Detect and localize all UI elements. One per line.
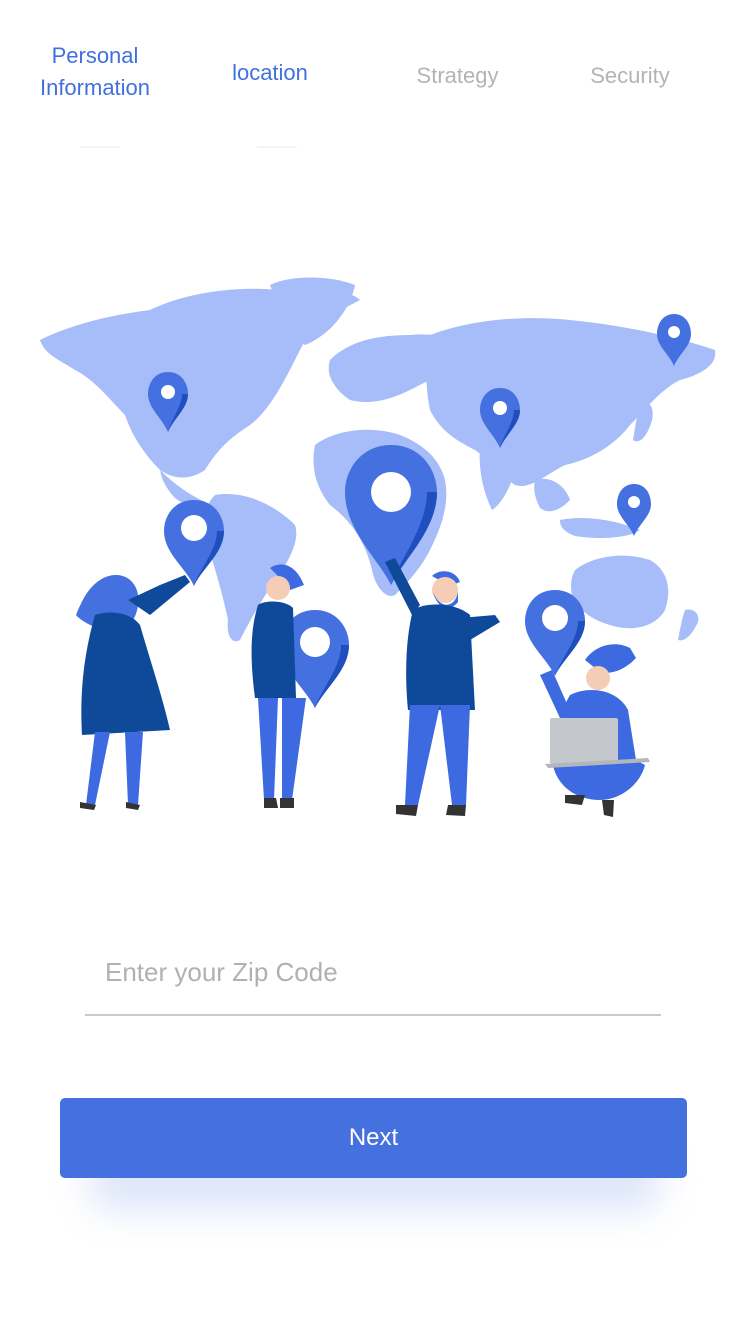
tab-personal-information[interactable]: Personal Information [20, 40, 170, 104]
step-indicator-1 [80, 146, 120, 148]
tab-security[interactable]: Security [560, 60, 700, 92]
step-indicator-2 [257, 146, 297, 148]
world-map-illustration [40, 277, 716, 817]
person-left [76, 575, 190, 810]
person-third [385, 558, 500, 816]
zip-code-input[interactable] [85, 930, 661, 1016]
zip-code-field [85, 930, 661, 1018]
next-button[interactable]: Next [60, 1098, 687, 1178]
tab-personal-line2: Information [39, 75, 151, 100]
tab-personal-line1: Personal [51, 43, 139, 68]
step-tabs: Personal Information location Strategy S… [0, 0, 750, 150]
tab-strategy[interactable]: Strategy [385, 60, 530, 92]
tab-location[interactable]: location [200, 57, 340, 89]
